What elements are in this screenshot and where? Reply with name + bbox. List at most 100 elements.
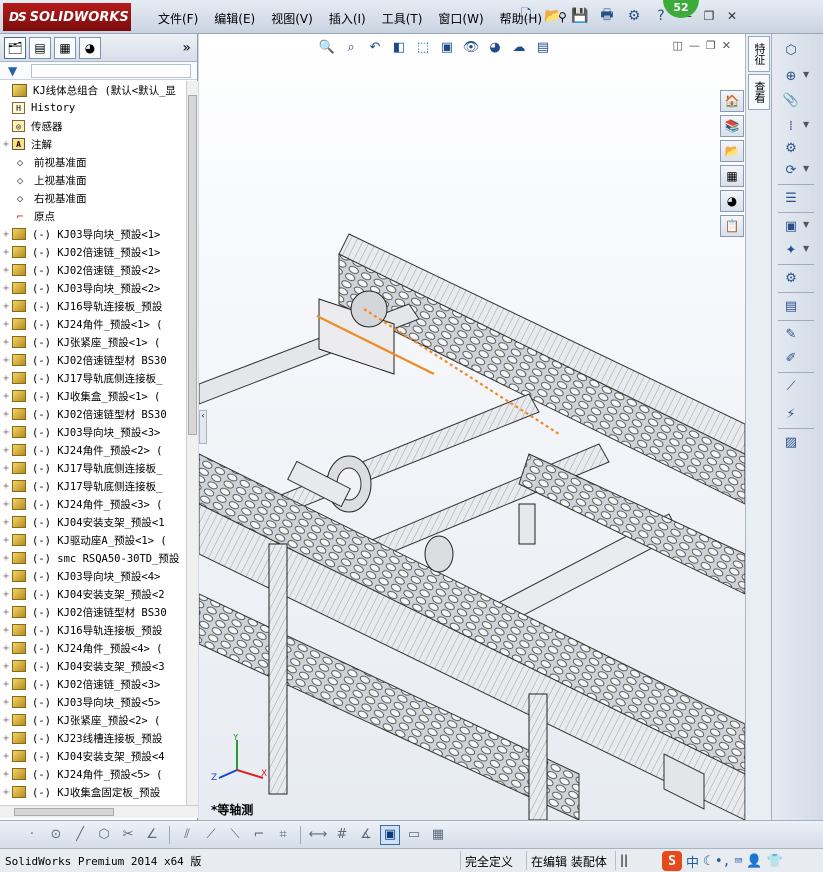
tree-item[interactable]: + (-) KJ24角件_预設<2> ( (0, 441, 186, 459)
tree-expand-icon[interactable]: + (0, 607, 12, 618)
offset-icon[interactable]: ⟋ (201, 825, 221, 845)
tree-expand-icon[interactable]: + (0, 661, 12, 672)
view-palette-icon[interactable]: ▦ (720, 165, 744, 187)
hscroll-thumb[interactable] (14, 808, 114, 816)
tree-item[interactable]: + (-) KJ02倍速链型材 BS30 (0, 405, 186, 423)
explode-line-sketch-icon[interactable]: ✐ (780, 348, 802, 368)
tree-item[interactable]: + (-) KJ17导轨底侧连接板_ (0, 369, 186, 387)
view-orientation-icon[interactable]: ⬚ (413, 37, 433, 57)
tree-item[interactable]: + (-) KJ03导向块_预設<4> (0, 567, 186, 585)
tree-item[interactable]: + (-) KJ24角件_预設<3> ( (0, 495, 186, 513)
scroll-thumb[interactable] (188, 95, 197, 435)
section-view-icon[interactable]: ◧ (389, 37, 409, 57)
tree-expand-icon[interactable]: + (0, 391, 12, 402)
appearances-icon[interactable]: ◕ (720, 190, 744, 212)
open-folder-icon[interactable]: 📂 (542, 5, 564, 27)
fillet-icon[interactable]: ∠ (142, 825, 162, 845)
tree-item[interactable]: + A 注解 (0, 135, 186, 153)
tree-expand-icon[interactable]: + (0, 679, 12, 690)
chevron-down-icon[interactable]: ▼ (803, 120, 809, 129)
tree-item[interactable]: ◇ 右视基准面 (0, 189, 186, 207)
tree-item[interactable]: + (-) KJ02倍速链_预設<2> (0, 261, 186, 279)
tree-expand-icon[interactable]: + (0, 787, 12, 798)
instant3d-icon[interactable]: ▨ (780, 432, 802, 452)
tree-item[interactable]: + (-) KJ04安装支架_预設<1 (0, 513, 186, 531)
tree-expand-icon[interactable]: + (0, 373, 12, 384)
tree-expand-icon[interactable]: + (0, 337, 12, 348)
chevron-down-icon[interactable]: ▼ (803, 70, 809, 79)
show-hidden-components-icon[interactable]: ☰ (780, 188, 802, 208)
tree-item[interactable]: + (-) KJ03导向块_预設<2> (0, 279, 186, 297)
chevron-down-icon[interactable]: ▼ (803, 220, 809, 229)
new-motion-study-icon[interactable]: ⚙ (780, 268, 802, 288)
tree-item[interactable]: + (-) KJ16导轨连接板_预設 (0, 297, 186, 315)
propertymanager-tab-icon[interactable]: ▤ (29, 36, 51, 59)
tree-expand-icon[interactable]: + (0, 139, 12, 150)
hide-show-items-icon[interactable]: 👁 (461, 37, 481, 57)
save-icon[interactable]: 💾 (569, 5, 591, 27)
point-icon[interactable]: · (22, 825, 42, 845)
view-settings-icon[interactable]: ▤ (533, 37, 553, 57)
tree-root[interactable]: KJ线体总组合 (默认<默认_显 (0, 81, 186, 99)
tree-item[interactable]: ⌐ 原点 (0, 207, 186, 225)
tree-item[interactable]: H History (0, 99, 186, 117)
custom-properties-icon[interactable]: 📋 (720, 215, 744, 237)
menu-file[interactable]: 文件(F) (150, 8, 206, 29)
circle-icon[interactable]: ⊙ (46, 825, 66, 845)
options-icon[interactable]: ⚙ (623, 5, 645, 27)
edit-component-icon[interactable]: ⬡ (780, 40, 802, 60)
tree-vertical-scrollbar[interactable] (186, 81, 198, 805)
tree-item[interactable]: + (-) KJ03导向块_预設<5> (0, 693, 186, 711)
tree-item[interactable]: + (-) KJ24角件_预設<1> ( (0, 315, 186, 333)
sogou-ime-icon[interactable]: S (662, 851, 682, 871)
tree-item[interactable]: + (-) KJ收集盒_预設<1> ( (0, 387, 186, 405)
configurationmanager-tab-icon[interactable]: ▦ (54, 36, 76, 59)
interference-detection-icon[interactable]: ⟋ (780, 376, 802, 396)
edit-appearance-icon[interactable]: ◕ (485, 37, 505, 57)
tree-item[interactable]: + (-) KJ张紧座_预設<1> ( (0, 333, 186, 351)
previous-view-icon[interactable]: ↶ (365, 37, 385, 57)
smart-fasteners-icon[interactable]: ⚙ (780, 138, 802, 158)
mirror-icon[interactable]: ⫽ (177, 825, 197, 845)
user-icon[interactable]: 👤 (746, 854, 762, 869)
table-view-icon[interactable]: ▦ (428, 825, 448, 845)
clearance-verification-icon[interactable]: ⚡ (780, 404, 802, 424)
tree-item[interactable]: ◇ 上视基准面 (0, 171, 186, 189)
restore-icon[interactable]: ❐ (700, 7, 718, 25)
construction-icon[interactable]: ⌗ (273, 825, 293, 845)
display-style-icon[interactable]: ▣ (437, 37, 457, 57)
tree-expand-icon[interactable]: + (0, 301, 12, 312)
tree-expand-icon[interactable]: + (0, 625, 12, 636)
close-icon[interactable]: ✕ (723, 7, 741, 25)
tree-item[interactable]: + (-) KJ02倍速链_预設<1> (0, 243, 186, 261)
tree-expand-icon[interactable]: + (0, 229, 12, 240)
move-component-icon[interactable]: ⟳ (780, 160, 802, 180)
tree-expand-icon[interactable]: + (0, 535, 12, 546)
tree-expand-icon[interactable]: + (0, 283, 12, 294)
tree-expand-icon[interactable]: + (0, 247, 12, 258)
graphics-viewport[interactable]: 🔍 ⌕ ↶ ◧ ⬚ ▣ 👁 ◕ ☁ ▤ ◫ — ❐ ✕ ‹ Y X Z *等轴测 (199, 34, 745, 820)
tab-view[interactable]: 查看 (748, 74, 770, 110)
display-pane-icon[interactable]: ▭ (404, 825, 424, 845)
menu-insert[interactable]: 插入(I) (321, 8, 374, 29)
tree-expand-icon[interactable]: + (0, 445, 12, 456)
clothing-icon[interactable]: 👕 (767, 854, 783, 869)
tree-expand-icon[interactable]: + (0, 769, 12, 780)
insert-component-icon[interactable]: ⊕ (780, 66, 802, 86)
bill-of-materials-icon[interactable]: ▤ (780, 296, 802, 316)
tree-item[interactable]: + (-) KJ04安装支架_预設<2 (0, 585, 186, 603)
menu-edit[interactable]: 编辑(E) (206, 8, 263, 29)
tree-expand-icon[interactable]: + (0, 571, 12, 582)
line-icon[interactable]: ╱ (70, 825, 90, 845)
solidworks-resources-icon[interactable]: 🏠 (720, 90, 744, 112)
convert-entities-icon[interactable]: ⟍ (225, 825, 245, 845)
apply-scene-icon[interactable]: ☁ (509, 37, 529, 57)
tree-horizontal-scrollbar[interactable] (0, 805, 198, 818)
tree-expand-icon[interactable]: + (0, 481, 12, 492)
tree-expand-icon[interactable]: + (0, 355, 12, 366)
tree-item[interactable]: ◇ 前视基准面 (0, 153, 186, 171)
tree-expand-icon[interactable]: + (0, 751, 12, 762)
menu-tools[interactable]: 工具(T) (374, 8, 431, 29)
chevron-down-icon[interactable]: ▼ (803, 244, 809, 253)
tree-item[interactable]: + (-) KJ04安装支架_预設<3 (0, 657, 186, 675)
